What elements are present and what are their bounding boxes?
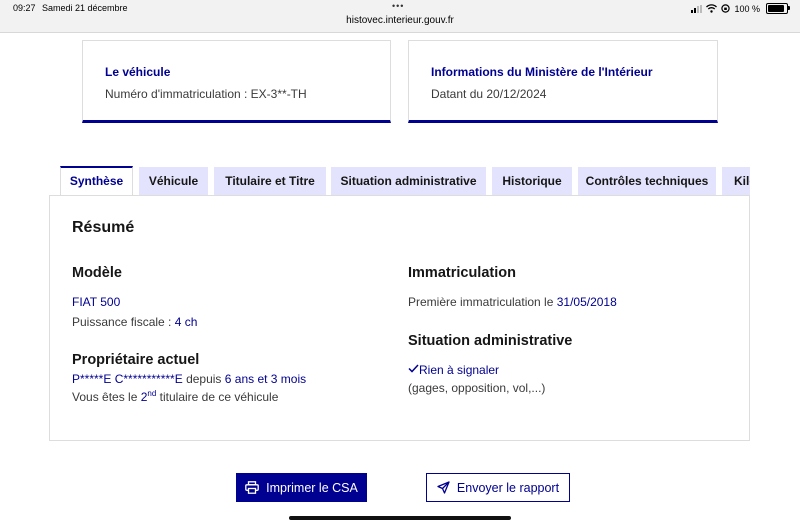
home-indicator[interactable]	[289, 516, 511, 520]
model-name: FIAT 500	[72, 295, 121, 309]
fiscal-power-line: Puissance fiscale : 4 ch	[72, 315, 197, 329]
tab-vehicule[interactable]: Véhicule	[139, 167, 208, 196]
owner-rank-end: titulaire de ce véhicule	[156, 390, 279, 404]
orientation-lock-icon	[721, 4, 731, 13]
tab-historique[interactable]: Historique	[492, 167, 572, 196]
plate-value: EX-3**-TH	[250, 87, 307, 101]
summary-heading: Résumé	[72, 219, 135, 236]
tab-titulaire-et-titre[interactable]: Titulaire et Titre	[214, 167, 326, 196]
ministry-card-title: Informations du Ministère de l'Intérieur	[431, 65, 653, 79]
send-report-label: Envoyer le rapport	[456, 480, 560, 495]
multitasking-dots-icon[interactable]: •••	[392, 1, 404, 11]
first-registration-date: 31/05/2018	[556, 295, 617, 309]
cellular-signal-icon	[691, 4, 703, 13]
registration-heading: Immatriculation	[408, 265, 516, 281]
battery-fill	[768, 5, 784, 12]
admin-status-details: (gages, opposition, vol,...)	[408, 381, 546, 395]
wifi-icon	[706, 4, 718, 13]
address-bar-url[interactable]: histovec.interieur.gouv.fr	[0, 15, 800, 26]
owner-duration: 6 ans et 3 mois	[224, 372, 307, 386]
check-icon	[408, 364, 419, 373]
vehicle-card: Le véhicule Numéro d'immatriculation : E…	[82, 40, 391, 123]
status-indicators: 100 %	[691, 3, 790, 14]
plate-number-line: Numéro d'immatriculation : EX-3**-TH	[105, 87, 307, 101]
owner-line: P*****E C***********E depuis 6 ans et 3 …	[72, 372, 306, 386]
ministry-date-prefix: Datant du	[431, 87, 487, 101]
tab-kilometrage[interactable]: Kilométrage	[722, 167, 750, 196]
tab-controles-techniques[interactable]: Contrôles techniques	[578, 167, 716, 196]
tab-situation-administrative[interactable]: Situation administrative	[331, 167, 486, 196]
status-time: 09:27	[13, 3, 36, 13]
fiscal-power-label: Puissance fiscale :	[72, 315, 175, 329]
status-date: Samedi 21 décembre	[42, 3, 128, 13]
printer-icon	[245, 481, 260, 494]
plate-label: Numéro d'immatriculation :	[105, 87, 251, 101]
send-icon	[437, 481, 450, 494]
send-report-button[interactable]: Envoyer le rapport	[426, 473, 570, 502]
print-csa-button[interactable]: Imprimer le CSA	[236, 473, 367, 502]
ministry-date-line: Datant du 20/12/2024	[431, 87, 546, 101]
owner-rank-prefix: Vous êtes le	[72, 390, 141, 404]
battery-percentage: 100 %	[734, 3, 760, 14]
owner-rank-line: Vous êtes le 2nd titulaire de ce véhicul…	[72, 389, 278, 404]
first-registration-line: Première immatriculation le 31/05/2018	[408, 295, 617, 309]
ministry-card: Informations du Ministère de l'Intérieur…	[408, 40, 718, 123]
owner-rank-suffix: nd	[147, 389, 157, 398]
admin-status-line: Rien à signaler	[408, 363, 499, 377]
tab-synthese[interactable]: Synthèse	[60, 166, 133, 196]
first-registration-label: Première immatriculation le	[408, 295, 557, 309]
model-heading: Modèle	[72, 265, 122, 281]
ios-status-bar: 09:27 Samedi 21 décembre ••• histovec.in…	[0, 0, 800, 33]
vehicle-card-title: Le véhicule	[105, 65, 171, 79]
fiscal-power-value: 4 ch	[174, 315, 198, 329]
owner-name: P*****E C***********E	[72, 372, 183, 386]
print-csa-label: Imprimer le CSA	[266, 480, 358, 495]
admin-status: Rien à signaler	[419, 363, 500, 377]
battery-icon	[766, 3, 790, 14]
admin-situation-heading: Situation administrative	[408, 333, 573, 349]
report-tabs: Synthèse Véhicule Titulaire et Titre Sit…	[60, 166, 750, 196]
ministry-date: 20/12/2024	[486, 87, 547, 101]
owner-since-label: depuis	[182, 372, 225, 386]
owner-heading: Propriétaire actuel	[72, 352, 200, 368]
